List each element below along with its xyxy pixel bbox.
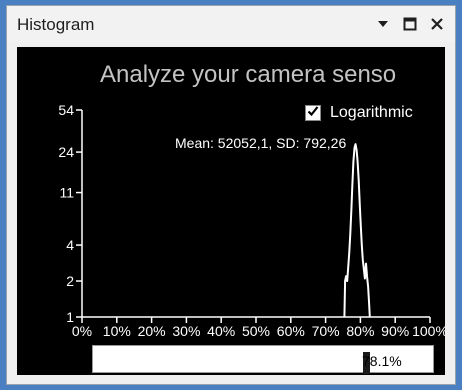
y-tick-label: 2	[66, 273, 74, 289]
x-tick-label: 60%	[277, 323, 305, 339]
y-axis-ticks: 542411421	[58, 102, 82, 325]
x-tick-label: 0%	[72, 323, 92, 339]
histogram-window: Histogram Analyze your camera senso Loga…	[6, 5, 456, 385]
y-tick-label: 11	[59, 185, 74, 201]
x-tick-label: 30%	[172, 323, 200, 339]
x-tick-label: 100%	[412, 323, 445, 339]
x-tick-label: 20%	[138, 323, 166, 339]
maximize-icon	[403, 17, 417, 31]
x-tick-label: 70%	[312, 323, 340, 339]
x-tick-label: 80%	[346, 323, 374, 339]
histogram-chart: 542411421 0% 10% 20% 30% 40% 50% 60% 70% 80% 90% 1…	[58, 102, 445, 339]
y-tick-label: 4	[66, 237, 74, 253]
y-tick-label: 24	[58, 144, 74, 160]
range-slider[interactable]: 78.1%	[92, 345, 434, 374]
dropdown-menu-button[interactable]	[371, 12, 395, 36]
histogram-plot: Analyze your camera senso Logarithmic Me…	[17, 47, 445, 375]
range-slider-value: 78.1%	[362, 353, 402, 369]
close-button[interactable]	[425, 12, 449, 36]
chart-axes	[81, 110, 430, 318]
title-bar[interactable]: Histogram	[7, 6, 455, 42]
histogram-line	[343, 143, 371, 318]
window-title: Histogram	[17, 15, 95, 34]
x-tick-label: 40%	[207, 323, 235, 339]
x-axis-ticks: 0% 10% 20% 30% 40% 50% 60% 70% 80% 90% 100%	[72, 317, 445, 339]
close-icon	[430, 17, 444, 31]
x-tick-label: 50%	[242, 323, 270, 339]
caret-down-icon	[377, 20, 389, 28]
x-tick-label: 10%	[103, 323, 131, 339]
y-tick-label: 54	[58, 102, 74, 118]
maximize-button[interactable]	[398, 12, 422, 36]
x-tick-label: 90%	[381, 323, 409, 339]
histogram-series	[343, 143, 371, 318]
